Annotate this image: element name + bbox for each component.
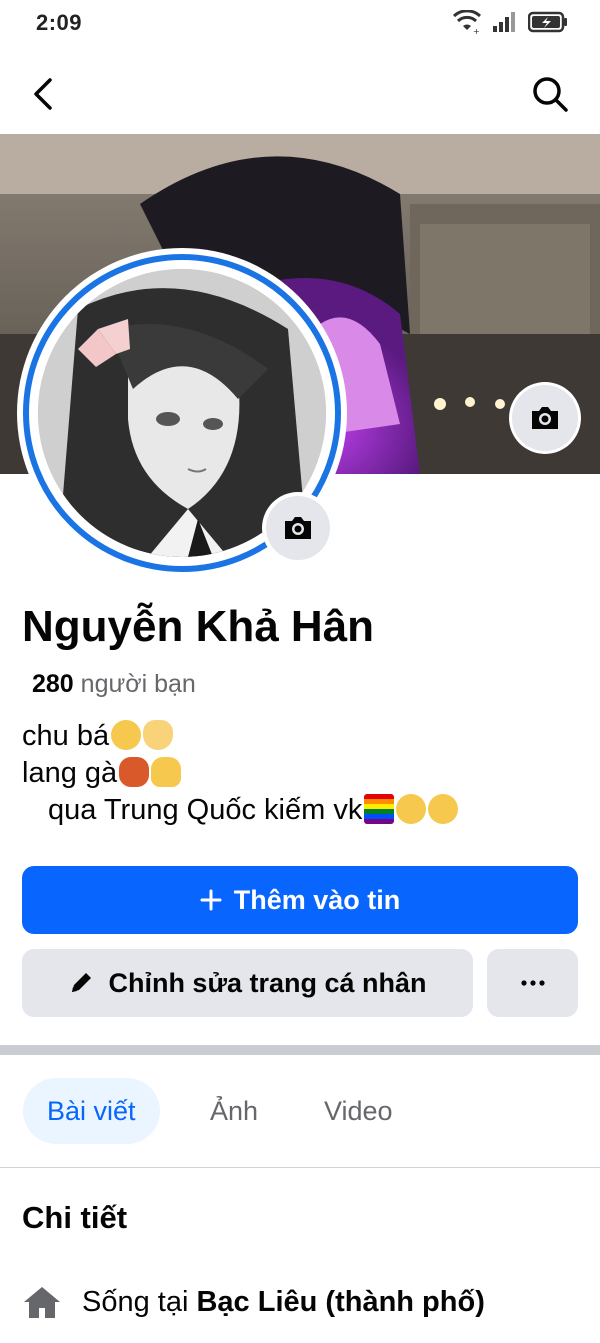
more-options-button[interactable] xyxy=(487,949,578,1017)
bio-line: lang gà xyxy=(22,755,458,792)
search-icon xyxy=(533,77,568,112)
search-button[interactable] xyxy=(528,72,572,116)
camera-icon xyxy=(532,407,558,429)
profile-bio: chu bá lang gà qua Trung Quốc kiếm vk xyxy=(22,718,459,829)
status-time: 2:09 xyxy=(36,10,83,35)
rooster-emoji-icon xyxy=(119,757,150,787)
pencil-icon xyxy=(72,973,92,992)
add-to-story-label: Thêm vào tin xyxy=(233,884,401,915)
friends-number: 280 xyxy=(32,670,74,698)
bio-text: chu bá xyxy=(22,720,110,752)
bio-line: qua Trung Quốc kiếm vk xyxy=(22,792,459,829)
yum-emoji-icon xyxy=(396,794,427,824)
yum-emoji-icon xyxy=(428,794,459,824)
lives-in-place[interactable]: Bạc Liêu (thành phố) xyxy=(196,1286,484,1318)
friends-label: người bạn xyxy=(80,670,196,698)
lives-in-prefix: Sống tại xyxy=(82,1285,189,1318)
rainbow-flag-emoji-icon xyxy=(364,794,395,824)
back-arrow-icon xyxy=(34,78,52,110)
add-to-story-button[interactable]: Thêm vào tin xyxy=(22,866,578,934)
edit-profile-label: Chỉnh sửa trang cá nhân xyxy=(108,967,427,998)
tab-photos[interactable]: Ảnh xyxy=(186,1078,282,1144)
detail-lives-in: Sống tại Bạc Liêu (thành phố) xyxy=(22,1284,485,1320)
details-title: Chi tiết xyxy=(22,1200,128,1235)
more-dots-icon xyxy=(520,980,545,986)
status-bar: 2:09 + xyxy=(0,0,600,46)
edit-profile-button[interactable]: Chỉnh sửa trang cá nhân xyxy=(22,949,473,1017)
profile-tabs: Bài viết Ảnh Video xyxy=(0,1078,600,1146)
section-divider xyxy=(0,1045,600,1055)
status-icons: + xyxy=(452,9,568,39)
heart-hands-emoji-icon xyxy=(143,720,174,750)
top-nav xyxy=(0,56,600,134)
bio-text: lang gà xyxy=(22,757,118,789)
wifi-icon: + xyxy=(452,9,482,39)
svg-text:+: + xyxy=(473,27,480,34)
friends-count[interactable]: 280 người bạn xyxy=(32,670,196,699)
change-cover-button[interactable] xyxy=(512,385,578,451)
home-icon xyxy=(24,1287,60,1318)
signal-icon xyxy=(492,11,518,38)
tab-posts[interactable]: Bài viết xyxy=(23,1078,160,1144)
tab-video[interactable]: Video xyxy=(300,1078,417,1144)
crossed-fingers-emoji-icon xyxy=(151,757,182,787)
plus-icon xyxy=(200,889,222,911)
camera-icon xyxy=(285,517,311,539)
bio-line: chu bá xyxy=(22,718,458,755)
exhale-emoji-icon xyxy=(111,720,142,750)
back-button[interactable] xyxy=(22,72,66,116)
battery-charging-icon xyxy=(527,11,568,38)
change-avatar-button[interactable] xyxy=(266,496,330,560)
tabs-divider xyxy=(0,1167,600,1168)
profile-name: Nguyễn Khả Hân xyxy=(22,602,375,651)
bio-text: qua Trung Quốc kiếm vk xyxy=(48,794,363,826)
